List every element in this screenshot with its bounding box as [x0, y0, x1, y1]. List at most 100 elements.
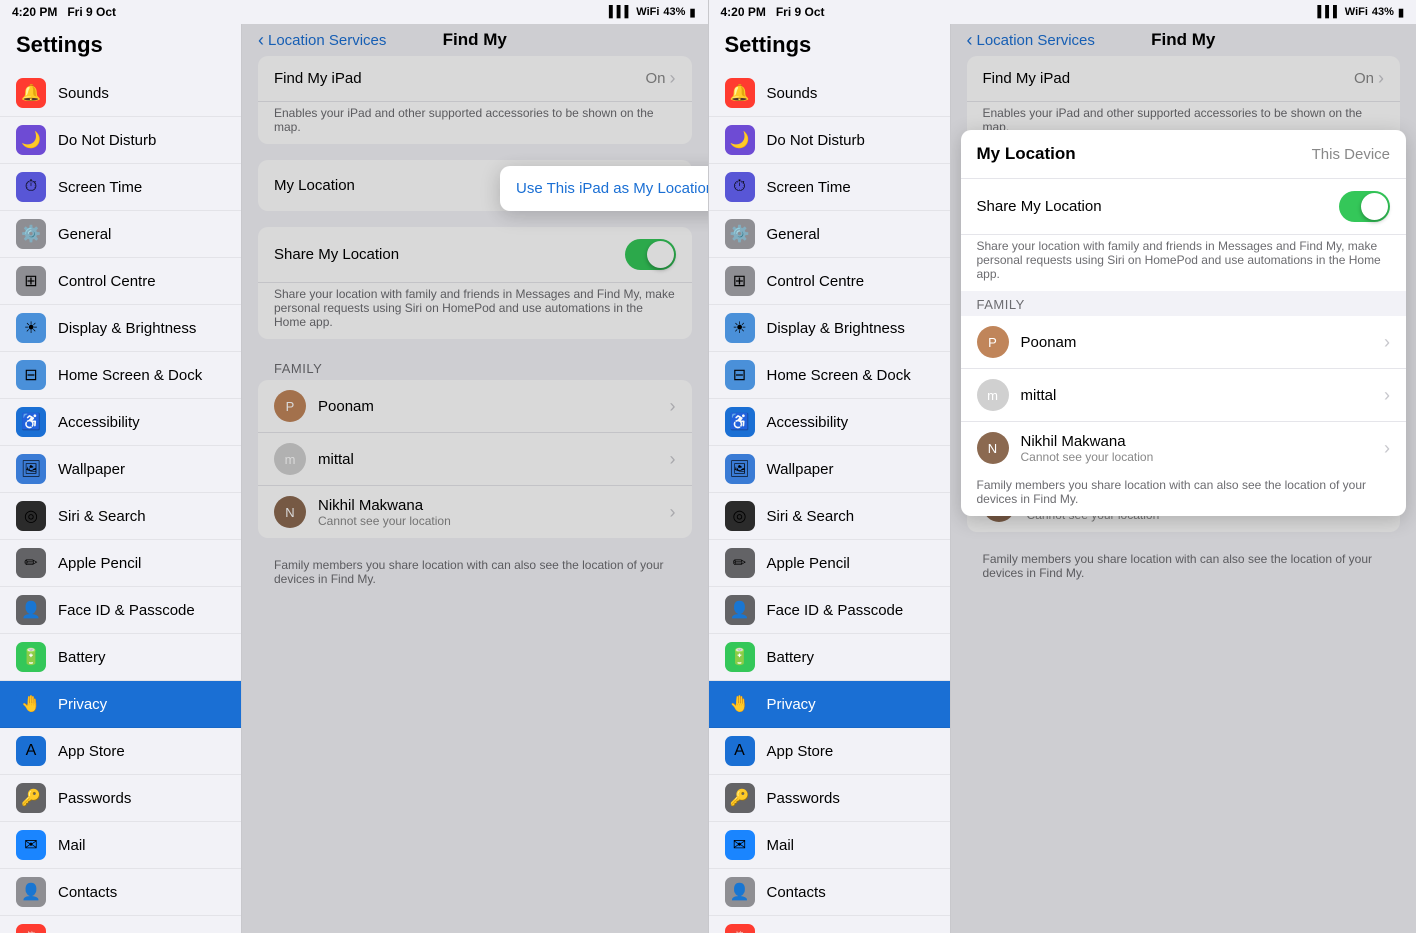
- right-popup-share-desc: Share your location with family and frie…: [961, 235, 1407, 291]
- sidebar-label-control-centre: Control Centre: [58, 273, 156, 290]
- battery-percentage: 43%: [663, 6, 685, 18]
- left-status-icons: ▌▌▌ WiFi 43% ▮: [609, 6, 696, 19]
- sidebar-label-sounds: Sounds: [767, 85, 818, 102]
- right-popup-mittal-chevron: [1384, 385, 1390, 406]
- sidebar-item-app-store[interactable]: AApp Store: [0, 728, 241, 775]
- sidebar-item-battery[interactable]: 🔋Battery: [709, 634, 950, 681]
- sidebar-icon-siri-search: ◎: [16, 501, 46, 531]
- sidebar-item-face-id-passcode[interactable]: 👤Face ID & Passcode: [0, 587, 241, 634]
- right-popup-poonam[interactable]: P Poonam: [961, 316, 1407, 369]
- sidebar-icon-app-store: A: [725, 736, 755, 766]
- sidebar-label-face-id-passcode: Face ID & Passcode: [767, 602, 904, 619]
- sidebar-icon-privacy: 🤚: [725, 689, 755, 719]
- sidebar-icon-battery: 🔋: [725, 642, 755, 672]
- right-popup-family-header: FAMILY: [961, 291, 1407, 316]
- sidebar-item-wallpaper[interactable]: 🖼Wallpaper: [0, 446, 241, 493]
- sidebar-item-display-brightness[interactable]: ☀Display & Brightness: [0, 305, 241, 352]
- right-popup-share-toggle[interactable]: [1339, 191, 1390, 222]
- right-popup-mittal[interactable]: m mittal: [961, 369, 1407, 422]
- right-popup-name-mittal: mittal: [1021, 387, 1385, 404]
- sidebar-item-screen-time[interactable]: ⏱Screen Time: [0, 164, 241, 211]
- sidebar-icon-siri-search: ◎: [725, 501, 755, 531]
- sidebar-item-privacy[interactable]: 🤚 Privacy: [709, 681, 950, 728]
- right-popup-avatar-mittal: m: [977, 379, 1009, 411]
- sidebar-item-sounds[interactable]: 🔔Sounds: [0, 70, 241, 117]
- sidebar-item-do-not-disturb[interactable]: 🌙Do Not Disturb: [0, 117, 241, 164]
- sidebar-item-battery[interactable]: 🔋Battery: [0, 634, 241, 681]
- right-popup-avatar-nikhil: N: [977, 432, 1009, 464]
- right-popup-nikhil-chevron: [1384, 438, 1390, 459]
- right-battery-icon: ▮: [1398, 6, 1404, 19]
- sidebar-icon-home-screen-dock: ⊟: [725, 360, 755, 390]
- sidebar-item-home-screen-dock[interactable]: ⊟ Home Screen & Dock: [709, 352, 950, 399]
- sidebar-icon-do-not-disturb: 🌙: [16, 125, 46, 155]
- sidebar-item-wallpaper[interactable]: 🖼Wallpaper: [709, 446, 950, 493]
- sidebar-icon-general: ⚙️: [725, 219, 755, 249]
- sidebar-item-contacts[interactable]: 👤Contacts: [0, 869, 241, 916]
- sidebar-icon-accessibility: ♿: [725, 407, 755, 437]
- left-ipad-panel: 4:20 PM Fri 9 Oct ▌▌▌ WiFi 43% ▮ Setting…: [0, 0, 708, 933]
- sidebar-item-app-store[interactable]: AApp Store: [709, 728, 950, 775]
- sidebar-item-siri-search[interactable]: ◎Siri & Search: [0, 493, 241, 540]
- sidebar-icon-mail: ✉: [725, 830, 755, 860]
- sidebar-item-passwords[interactable]: 🔑 Passwords: [709, 775, 950, 822]
- sidebar-item-accessibility[interactable]: ♿Accessibility: [709, 399, 950, 446]
- sidebar-icon-face-id-passcode: 👤: [725, 595, 755, 625]
- sidebar-item-mail[interactable]: ✉Mail: [0, 822, 241, 869]
- sidebar-icon-passwords: 🔑: [725, 783, 755, 813]
- sidebar-item-apple-pencil[interactable]: ✏Apple Pencil: [709, 540, 950, 587]
- sidebar-item-contacts[interactable]: 👤Contacts: [709, 869, 950, 916]
- left-popup-use-ipad[interactable]: Use This iPad as My Location: [500, 166, 708, 211]
- sidebar-icon-general: ⚙️: [16, 219, 46, 249]
- sidebar-item-display-brightness[interactable]: ☀Display & Brightness: [709, 305, 950, 352]
- sidebar-label-mail: Mail: [767, 837, 795, 854]
- sidebar-label-home-screen-dock: Home Screen & Dock: [767, 367, 911, 384]
- sidebar-item-passwords[interactable]: 🔑Passwords: [0, 775, 241, 822]
- sidebar-item-screen-time[interactable]: ⏱ Screen Time: [709, 164, 950, 211]
- right-popup-family-footer: Family members you share location with c…: [961, 474, 1407, 516]
- sidebar-label-accessibility: Accessibility: [58, 414, 140, 431]
- right-popup-family-list: P Poonam m mittal N Nikhil Makw: [961, 316, 1407, 474]
- right-popup-value: This Device: [1312, 146, 1390, 163]
- sidebar-item-siri-search[interactable]: ◎Siri & Search: [709, 493, 950, 540]
- right-popup-avatar-poonam: P: [977, 326, 1009, 358]
- sidebar-item-accessibility[interactable]: ♿Accessibility: [0, 399, 241, 446]
- left-sidebar: Settings 🔔Sounds🌙Do Not Disturb⏱Screen T…: [0, 0, 242, 933]
- left-dim-overlay: [242, 0, 708, 933]
- sidebar-icon-screen-time: ⏱: [725, 172, 755, 202]
- sidebar-label-privacy: Privacy: [767, 696, 816, 713]
- right-popup-sub-nikhil: Cannot see your location: [1021, 450, 1385, 464]
- sidebar-icon-apple-pencil: ✏: [725, 548, 755, 578]
- right-popup-nikhil[interactable]: N Nikhil Makwana Cannot see your locatio…: [961, 422, 1407, 474]
- sidebar-label-mail: Mail: [58, 837, 86, 854]
- right-status-bar: 4:20 PM Fri 9 Oct ▌▌▌ WiFi 43% ▮: [709, 0, 1416, 24]
- sidebar-item-control-centre[interactable]: ⊞Control Centre: [709, 258, 950, 305]
- sidebar-icon-control-centre: ⊞: [725, 266, 755, 296]
- sidebar-label-wallpaper: Wallpaper: [767, 461, 834, 478]
- right-my-location-popup: My Location This Device Share My Locatio…: [961, 130, 1407, 516]
- sidebar-label-passwords: Passwords: [767, 790, 840, 807]
- sidebar-item-general[interactable]: ⚙️ General: [0, 211, 241, 258]
- sidebar-label-general: General: [58, 226, 111, 243]
- sidebar-item-do-not-disturb[interactable]: 🌙Do Not Disturb: [709, 117, 950, 164]
- right-popup-name-poonam: Poonam: [1021, 334, 1385, 351]
- sidebar-label-home-screen-dock: Home Screen & Dock: [58, 367, 202, 384]
- sidebar-item-calendar[interactable]: 📅Calendar: [0, 916, 241, 933]
- sidebar-item-face-id-passcode[interactable]: 👤 Face ID & Passcode: [709, 587, 950, 634]
- sidebar-icon-calendar: 📅: [16, 924, 46, 933]
- sidebar-label-app-store: App Store: [58, 743, 125, 760]
- sidebar-item-control-centre[interactable]: ⊞ Control Centre: [0, 258, 241, 305]
- sidebar-item-mail[interactable]: ✉ Mail: [709, 822, 950, 869]
- sidebar-label-screen-time: Screen Time: [767, 179, 851, 196]
- sidebar-item-home-screen-dock[interactable]: ⊟Home Screen & Dock: [0, 352, 241, 399]
- sidebar-item-privacy[interactable]: 🤚Privacy: [0, 681, 241, 728]
- sidebar-icon-control-centre: ⊞: [16, 266, 46, 296]
- sidebar-item-calendar[interactable]: 📅Calendar: [709, 916, 950, 933]
- sidebar-icon-do-not-disturb: 🌙: [725, 125, 755, 155]
- signal-icon: ▌▌▌: [609, 6, 632, 18]
- sidebar-item-general[interactable]: ⚙️General: [709, 211, 950, 258]
- sidebar-label-display-brightness: Display & Brightness: [767, 320, 905, 337]
- sidebar-item-apple-pencil[interactable]: ✏Apple Pencil: [0, 540, 241, 587]
- sidebar-item-sounds[interactable]: 🔔 Sounds: [709, 70, 950, 117]
- sidebar-icon-sounds: 🔔: [725, 78, 755, 108]
